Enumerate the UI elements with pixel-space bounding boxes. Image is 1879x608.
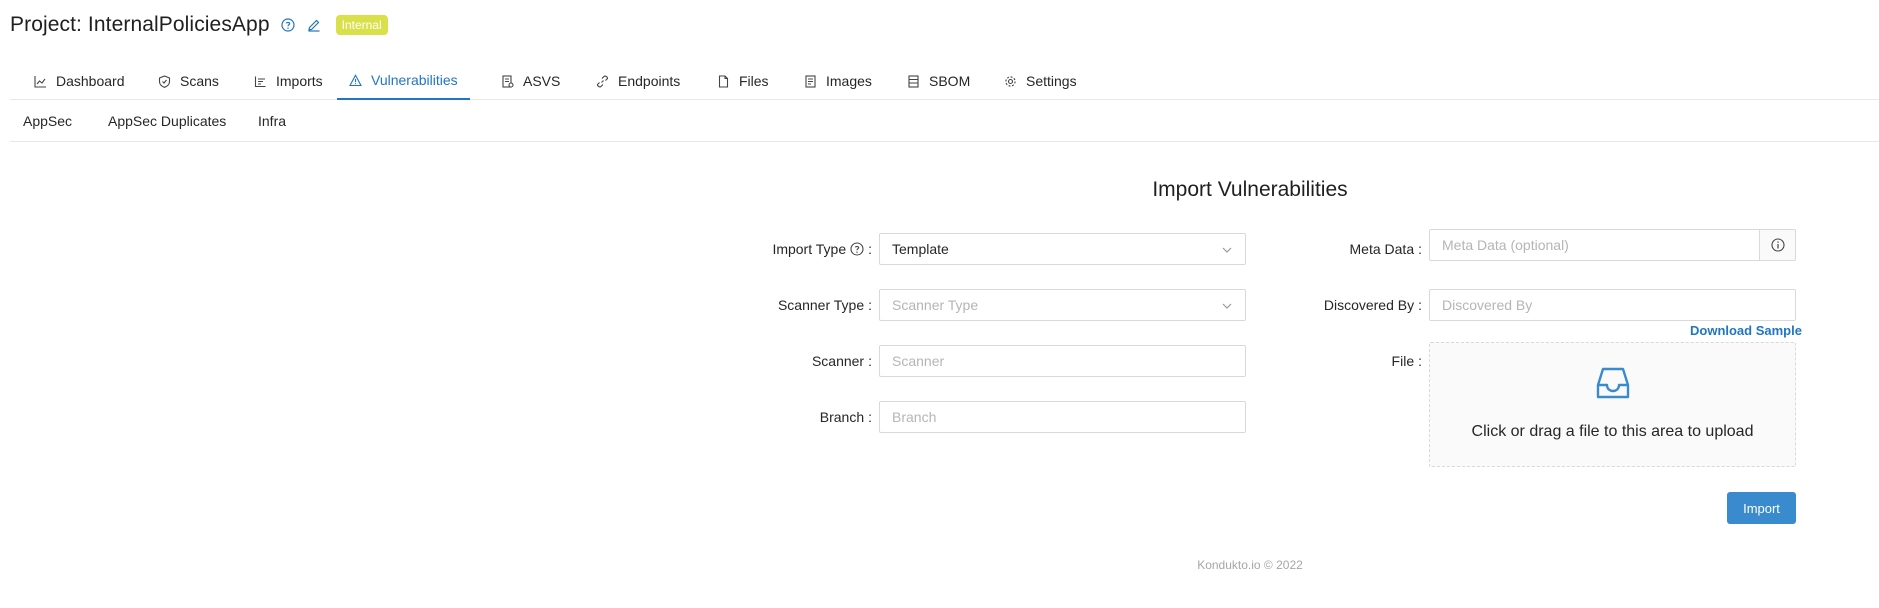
question-circle-icon[interactable] xyxy=(850,242,864,256)
file-icon xyxy=(718,74,729,88)
tab-endpoints[interactable]: Endpoints xyxy=(584,62,692,100)
shield-icon xyxy=(158,74,171,88)
chevron-down-icon xyxy=(1222,303,1232,309)
page-header: Project: InternalPoliciesApp Internal xyxy=(10,10,388,40)
discovered-by-label: Discovered By : xyxy=(1280,289,1422,321)
tab-settings[interactable]: Settings xyxy=(992,62,1089,100)
subtab-infra[interactable]: Infra xyxy=(258,100,286,142)
branch-field[interactable] xyxy=(879,401,1246,433)
label-colon: : xyxy=(1418,241,1422,257)
import-icon xyxy=(254,76,266,87)
label-text: Discovered By xyxy=(1323,297,1415,313)
discovered-by-input[interactable] xyxy=(1442,297,1783,313)
branch-input[interactable] xyxy=(892,409,1233,425)
tab-label: Dashboard xyxy=(56,73,125,89)
label-colon: : xyxy=(868,297,872,313)
question-circle-icon[interactable] xyxy=(280,17,296,33)
main-tabs: Dashboard Scans Imports Vulnerabilities … xyxy=(10,62,1879,100)
chevron-down-icon xyxy=(1222,247,1232,253)
download-sample-link[interactable]: Download Sample xyxy=(1690,323,1802,338)
tab-label: Imports xyxy=(276,73,323,89)
scanner-type-placeholder: Scanner Type xyxy=(892,297,979,313)
tab-files[interactable]: Files xyxy=(705,62,781,100)
tab-label: ASVS xyxy=(523,73,561,89)
label-text: Scanner Type xyxy=(777,297,865,313)
warning-icon xyxy=(349,73,362,86)
label-colon: : xyxy=(868,353,872,369)
label-text: File xyxy=(1391,353,1415,369)
page-title: Project: InternalPoliciesApp xyxy=(10,13,270,36)
label-colon: : xyxy=(868,409,872,425)
tab-dashboard[interactable]: Dashboard xyxy=(22,62,137,100)
file-dropzone[interactable]: Click or drag a file to this area to upl… xyxy=(1429,342,1796,467)
footer-copyright: Kondukto.io © 2022 xyxy=(1197,558,1303,572)
tab-label: Vulnerabilities xyxy=(371,72,458,88)
pencil-icon[interactable] xyxy=(306,17,322,33)
meta-data-label: Meta Data : xyxy=(1280,233,1422,265)
sub-tabs: AppSec AppSec Duplicates Infra xyxy=(10,100,1879,142)
label-text: Meta Data xyxy=(1349,241,1415,257)
tab-label: Images xyxy=(826,73,872,89)
form-title: Import Vulnerabilities xyxy=(1152,178,1348,201)
branch-label: Branch : xyxy=(740,401,872,433)
label-text: Import Type xyxy=(772,241,847,257)
tab-label: Endpoints xyxy=(618,73,681,89)
meta-data-input[interactable] xyxy=(1442,237,1747,253)
link-icon xyxy=(596,75,609,87)
tab-sbom[interactable]: SBOM xyxy=(895,62,982,100)
scanner-input[interactable] xyxy=(892,353,1233,369)
scanner-type-label: Scanner Type : xyxy=(740,289,872,321)
tab-vulnerabilities[interactable]: Vulnerabilities xyxy=(337,62,470,100)
tab-imports[interactable]: Imports xyxy=(242,62,335,100)
label-text: Branch xyxy=(819,409,865,425)
checklist-icon xyxy=(502,74,514,88)
label-colon: : xyxy=(1418,297,1422,313)
chart-icon xyxy=(34,75,46,88)
tab-label: Settings xyxy=(1026,73,1077,89)
page: Project: InternalPoliciesApp Internal Da… xyxy=(0,0,1879,608)
container-icon xyxy=(805,74,816,88)
meta-data-info-addon[interactable] xyxy=(1760,229,1796,261)
label-colon: : xyxy=(868,241,872,257)
tab-label: Files xyxy=(739,73,769,89)
import-type-value: Template xyxy=(892,241,949,257)
import-type-label: Import Type : xyxy=(740,233,872,265)
dropzone-text: Click or drag a file to this area to upl… xyxy=(1471,423,1754,440)
visibility-badge: Internal xyxy=(335,15,388,35)
tab-scans[interactable]: Scans xyxy=(146,62,231,100)
scanner-field[interactable] xyxy=(879,345,1246,377)
tab-label: Scans xyxy=(180,73,219,89)
file-label: File : xyxy=(1280,345,1422,377)
info-circle-icon xyxy=(1770,238,1785,252)
tab-asvs[interactable]: ASVS xyxy=(489,62,572,100)
discovered-by-field[interactable] xyxy=(1429,289,1796,321)
tab-label: SBOM xyxy=(929,73,971,89)
inbox-icon xyxy=(1596,367,1629,399)
tab-images[interactable]: Images xyxy=(792,62,884,100)
list-icon xyxy=(908,74,919,88)
scanner-label: Scanner : xyxy=(740,345,872,377)
meta-data-field[interactable] xyxy=(1429,229,1760,261)
label-text: Scanner xyxy=(811,353,865,369)
scanner-type-select[interactable]: Scanner Type xyxy=(879,289,1246,321)
label-colon: : xyxy=(1418,353,1422,369)
import-button[interactable]: Import xyxy=(1727,492,1796,524)
import-type-select[interactable]: Template xyxy=(879,233,1246,265)
gear-icon xyxy=(1005,75,1016,87)
subtab-appsec-duplicates[interactable]: AppSec Duplicates xyxy=(108,100,226,142)
subtab-appsec[interactable]: AppSec xyxy=(23,100,72,142)
